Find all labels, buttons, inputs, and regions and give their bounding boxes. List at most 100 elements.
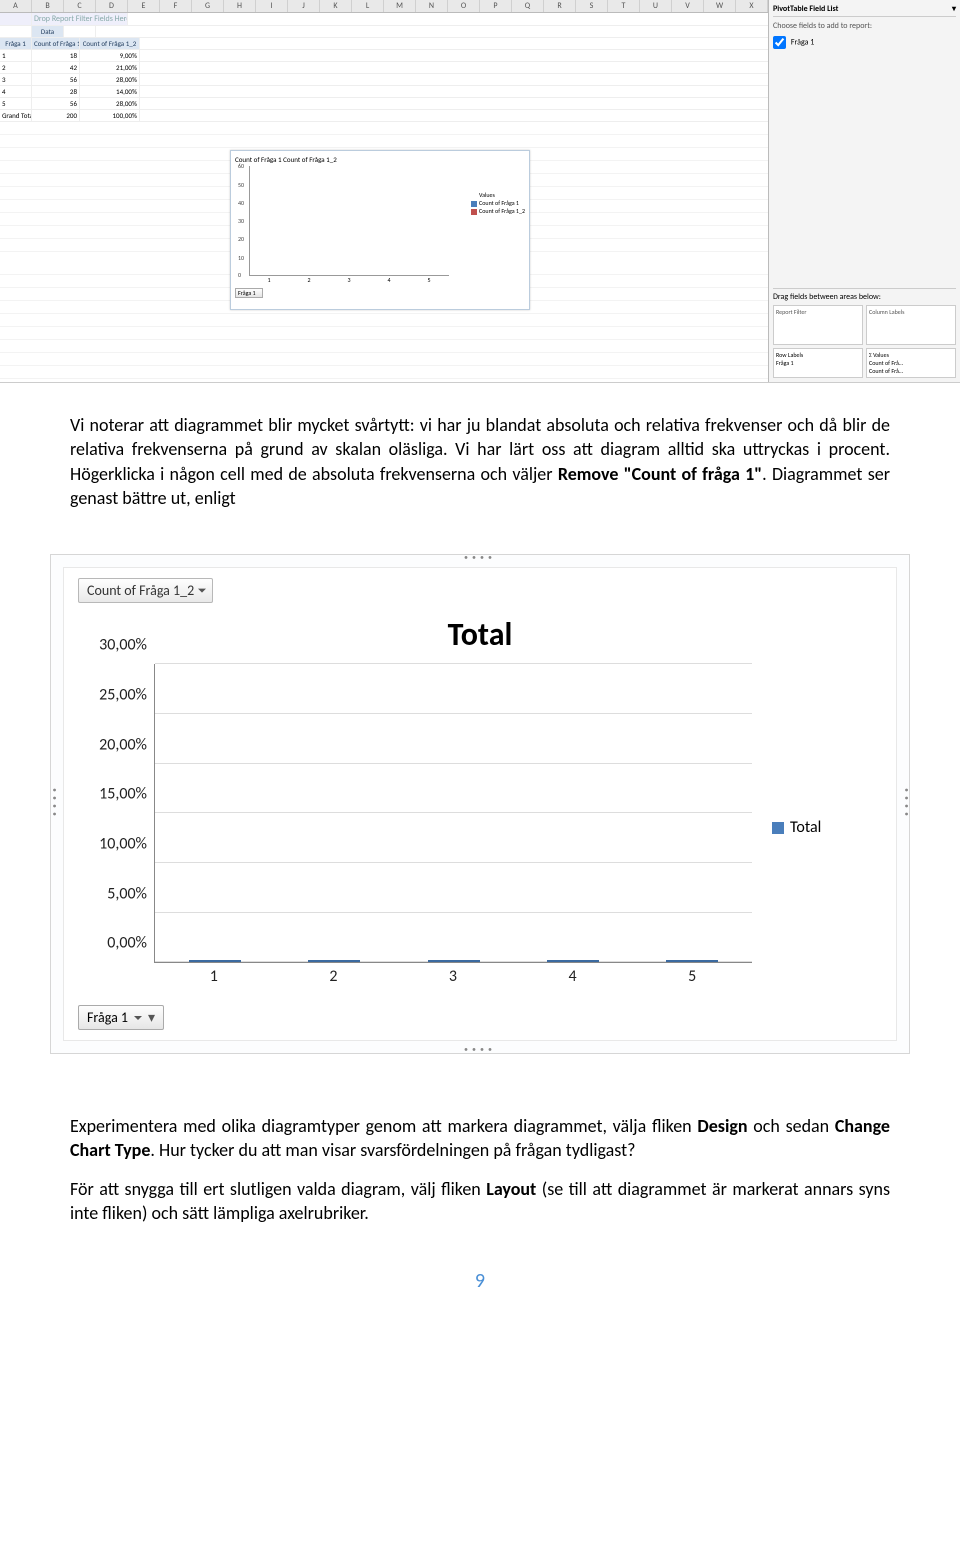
col-hdr: K (320, 0, 352, 12)
chart-title: Total (64, 615, 896, 654)
chart-inner: Count of Fråga 1_2 Total 0,00%5,00%10,00… (63, 567, 897, 1041)
chart-bar (666, 960, 718, 962)
col-hdr: P (480, 0, 512, 12)
col-hdr: G (192, 0, 224, 12)
pivot-total-count: 200 (32, 110, 80, 121)
pivot-pct: 9,00% (80, 50, 140, 61)
field-label: Fråga 1 (791, 37, 814, 47)
zone-item[interactable]: Count of Frå… (869, 359, 953, 367)
col-hdr: J (288, 0, 320, 12)
zone-item[interactable]: Count of Frå… (869, 367, 953, 375)
pivot-data-header: Data (32, 26, 64, 37)
mini-ytick: 50 (238, 181, 244, 189)
mini-xlabel: 3 (347, 276, 350, 284)
field-list-gear-icon[interactable]: ▾ (952, 4, 956, 14)
pivot-count: 28 (32, 86, 80, 97)
pivot-row: 4 28 14,00% (0, 86, 768, 98)
mini-chart-legend: Values Count of Fråga 1 Count of Fråga 1… (471, 191, 525, 215)
big-chart-container[interactable]: •••• •••• •••• •••• Count of Fråga 1_2 T… (50, 554, 910, 1054)
paragraph-3: För att snygga till ert slutligen valda … (70, 1177, 890, 1226)
chart-bar (547, 960, 599, 962)
excel-screenshot: A B C D E F G H I J K L M N O P Q R S T … (0, 0, 960, 383)
mini-legend-title: Values (471, 191, 525, 199)
mini-chart-axis-dropdown[interactable]: Fråga 1 (235, 288, 263, 298)
mini-chart-title: Count of Fråga 1 Count of Fråga 1_2 (235, 155, 525, 164)
zone-report-filter[interactable]: Report Filter (773, 305, 863, 345)
col-hdr: N (416, 0, 448, 12)
text: och sedan (748, 1115, 835, 1137)
pivot-key: 4 (0, 86, 32, 97)
chart-plot: 0,00%5,00%10,00%15,00%20,00%25,00%30,00% (154, 664, 752, 963)
zone-row-labels[interactable]: Row Labels Fråga 1 (773, 348, 863, 378)
chart-bar (428, 960, 480, 962)
resize-handle-icon[interactable]: •••• (464, 1045, 496, 1055)
zone-title: Report Filter (776, 308, 860, 316)
page-number: 9 (0, 1259, 960, 1317)
col-hdr: V (672, 0, 704, 12)
zone-values[interactable]: Σ Values Count of Frå… Count of Frå… (866, 348, 956, 378)
col-hdr: B (32, 0, 64, 12)
bold-text: Layout (486, 1178, 536, 1200)
field-list-drag-hint: Drag fields between areas below: (773, 288, 956, 302)
field-list-subtitle: Choose fields to add to report: (773, 17, 956, 35)
chart-legend: Total (772, 664, 882, 991)
pivot-total-row: Grand Total 200 100,00% (0, 110, 768, 122)
document-body-2: Experimentera med olika diagramtyper gen… (0, 1084, 960, 1259)
col-hdr: X (736, 0, 768, 12)
pivot-col-count[interactable]: Count of Fråga 1 (32, 38, 80, 49)
text: . Hur tycker du att man visar svarsförde… (150, 1139, 635, 1161)
pivot-key: 5 (0, 98, 32, 109)
col-hdr: L (352, 0, 384, 12)
mini-chart-plot: 60 50 40 30 20 10 0 (249, 166, 449, 276)
pivot-key: 3 (0, 74, 32, 85)
col-hdr: A (0, 0, 32, 12)
pivot-key: 1 (0, 50, 32, 61)
pivot-count: 56 (32, 98, 80, 109)
chart-xlabels: 12345 (154, 967, 752, 991)
field-checkbox[interactable] (773, 36, 786, 49)
pivot-pct: 14,00% (80, 86, 140, 97)
col-hdr: U (640, 0, 672, 12)
funnel-icon[interactable]: ▾ (148, 1009, 155, 1026)
chart-xlabel: 2 (274, 967, 394, 991)
pivot-row: 1 18 9,00% (0, 50, 768, 62)
paragraph-1: Vi noterar att diagrammet blir mycket sv… (70, 413, 890, 510)
zone-column-labels[interactable]: Column Labels (866, 305, 956, 345)
pivot-count: 18 (32, 50, 80, 61)
mini-ytick: 20 (238, 235, 244, 243)
resize-handle-icon[interactable]: •••• (49, 788, 59, 820)
document-body: Vi noterar att diagrammet blir mycket sv… (0, 383, 960, 544)
zone-item[interactable]: Fråga 1 (776, 359, 860, 367)
col-hdr: F (160, 0, 192, 12)
col-hdr: S (576, 0, 608, 12)
report-filter-row: Drop Report Filter Fields Here (0, 13, 768, 26)
pivot-table: Data Fråga 1 Count of Fråga 1 Count of F… (0, 26, 768, 122)
chart-plot-area: 0,00%5,00%10,00%15,00%20,00%25,00%30,00%… (78, 664, 772, 991)
chart-ytick: 20,00% (99, 735, 155, 754)
col-hdr: Q (512, 0, 544, 12)
field-list-item[interactable]: Fråga 1 (773, 35, 956, 50)
col-hdr: O (448, 0, 480, 12)
pivot-col-count2[interactable]: Count of Fråga 1_2 (80, 38, 140, 49)
mini-xlabel: 1 (267, 276, 270, 284)
pivot-pct: 28,00% (80, 98, 140, 109)
chart-ytick: 10,00% (99, 834, 155, 853)
pivot-row: 3 56 28,00% (0, 74, 768, 86)
mini-ytick: 30 (238, 217, 244, 225)
mini-ytick: 10 (238, 254, 244, 262)
pivot-total-pct: 100,00% (80, 110, 140, 121)
pivot-rowfield-header[interactable]: Fråga 1 (0, 38, 32, 49)
col-hdr: I (256, 0, 288, 12)
col-hdr: W (704, 0, 736, 12)
mini-pivot-chart[interactable]: Count of Fråga 1 Count of Fråga 1_2 60 5… (230, 150, 530, 310)
column-headers: A B C D E F G H I J K L M N O P Q R S T … (0, 0, 768, 13)
dropdown-label: Fråga 1 (87, 1009, 128, 1026)
chart-axis-field-dropdown[interactable]: Fråga 1 ▾ (78, 1005, 164, 1030)
drop-filter-hint: Drop Report Filter Fields Here (32, 13, 128, 25)
excel-grid: A B C D E F G H I J K L M N O P Q R S T … (0, 0, 768, 382)
resize-handle-icon[interactable]: •••• (464, 553, 496, 563)
text: Experimentera med olika diagramtyper gen… (70, 1115, 697, 1137)
resize-handle-icon[interactable]: •••• (901, 788, 911, 820)
mini-xlabel: 4 (387, 276, 390, 284)
chart-field-button[interactable]: Count of Fråga 1_2 (78, 578, 213, 603)
